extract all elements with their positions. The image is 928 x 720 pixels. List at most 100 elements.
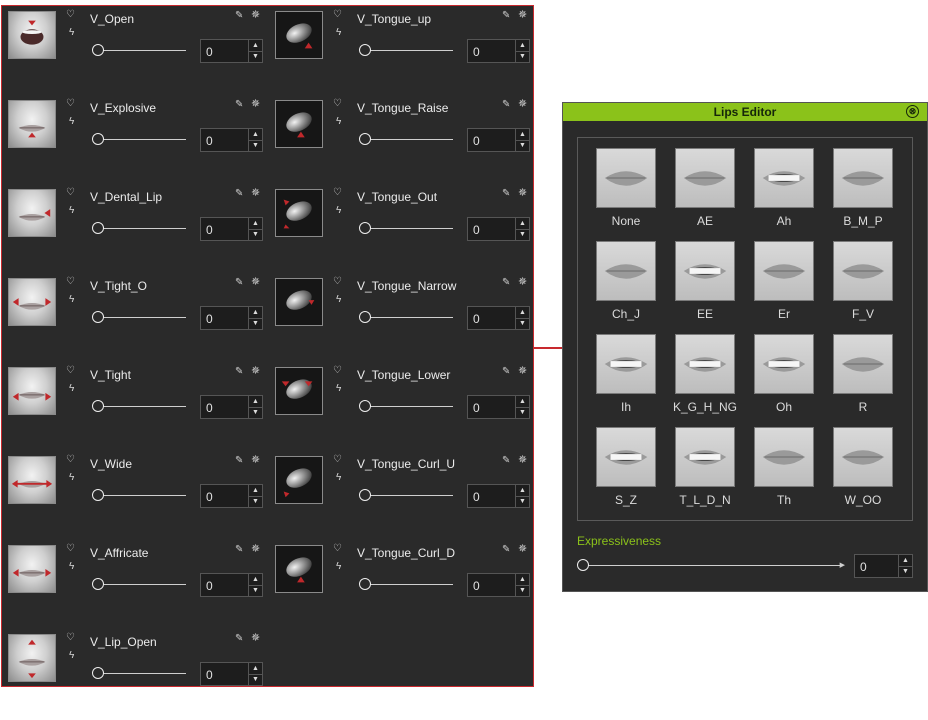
morph-thumbnail[interactable] bbox=[8, 100, 56, 148]
gear-icon[interactable]: ✵ bbox=[518, 544, 527, 555]
bolt-icon[interactable]: ϟ bbox=[69, 206, 74, 216]
viseme-thumbnail[interactable] bbox=[675, 241, 735, 301]
viseme-item[interactable]: AE bbox=[657, 138, 737, 230]
morph-thumbnail[interactable] bbox=[275, 278, 323, 326]
morph-thumbnail[interactable] bbox=[8, 456, 56, 504]
viseme-thumbnail[interactable] bbox=[675, 427, 735, 487]
gear-icon[interactable]: ✵ bbox=[518, 188, 527, 199]
morph-thumbnail[interactable] bbox=[275, 11, 323, 59]
morph-slider[interactable] bbox=[359, 44, 453, 58]
morph-slider[interactable] bbox=[92, 667, 186, 681]
slider-knob[interactable] bbox=[92, 222, 104, 234]
gear-icon[interactable]: ✵ bbox=[251, 544, 260, 555]
morph-value-spinbox[interactable]: 0 ▲ ▼ bbox=[200, 395, 263, 419]
spin-down-icon[interactable]: ▼ bbox=[249, 496, 262, 507]
spin-down-icon[interactable]: ▼ bbox=[899, 566, 912, 577]
morph-slider[interactable] bbox=[359, 400, 453, 414]
spin-down-icon[interactable]: ▼ bbox=[516, 229, 529, 240]
gear-icon[interactable]: ✵ bbox=[251, 10, 260, 21]
viseme-item[interactable]: Ih bbox=[578, 324, 658, 416]
gear-icon[interactable]: ✵ bbox=[251, 99, 260, 110]
expressiveness-slider[interactable]: ▶ bbox=[577, 559, 845, 573]
morph-value-spinbox[interactable]: 0 ▲ ▼ bbox=[467, 306, 530, 330]
morph-value[interactable]: 0 bbox=[473, 45, 480, 59]
morph-value[interactable]: 0 bbox=[473, 490, 480, 504]
slider-knob[interactable] bbox=[92, 133, 104, 145]
slider-knob[interactable] bbox=[359, 578, 371, 590]
pencil-icon[interactable]: ✎ bbox=[502, 367, 510, 377]
morph-value[interactable]: 0 bbox=[206, 401, 213, 415]
bolt-icon[interactable]: ϟ bbox=[69, 295, 74, 305]
close-icon[interactable]: ⊗ bbox=[906, 105, 919, 118]
morph-value[interactable]: 0 bbox=[206, 579, 213, 593]
viseme-item[interactable]: Er bbox=[736, 231, 816, 323]
morph-slider[interactable] bbox=[92, 400, 186, 414]
heart-icon[interactable]: ♡ bbox=[66, 188, 75, 198]
spin-down-icon[interactable]: ▼ bbox=[249, 674, 262, 685]
bolt-icon[interactable]: ϟ bbox=[336, 384, 341, 394]
morph-value-spinbox[interactable]: 0 ▲ ▼ bbox=[200, 217, 263, 241]
slider-knob[interactable] bbox=[359, 311, 371, 323]
pencil-icon[interactable]: ✎ bbox=[235, 545, 243, 555]
morph-value[interactable]: 0 bbox=[473, 223, 480, 237]
spin-down-icon[interactable]: ▼ bbox=[516, 585, 529, 596]
gear-icon[interactable]: ✵ bbox=[251, 277, 260, 288]
slider-knob[interactable] bbox=[92, 400, 104, 412]
morph-value[interactable]: 0 bbox=[206, 223, 213, 237]
bolt-icon[interactable]: ϟ bbox=[69, 562, 74, 572]
bolt-icon[interactable]: ϟ bbox=[336, 117, 341, 127]
viseme-item[interactable]: EE bbox=[657, 231, 737, 323]
gear-icon[interactable]: ✵ bbox=[518, 277, 527, 288]
heart-icon[interactable]: ♡ bbox=[333, 455, 342, 465]
expressiveness-spinbox[interactable]: 0 ▲ ▼ bbox=[854, 554, 913, 578]
morph-value[interactable]: 0 bbox=[206, 45, 213, 59]
pencil-icon[interactable]: ✎ bbox=[235, 11, 243, 21]
morph-thumbnail[interactable] bbox=[8, 367, 56, 415]
pencil-icon[interactable]: ✎ bbox=[235, 100, 243, 110]
morph-value-spinbox[interactable]: 0 ▲ ▼ bbox=[467, 128, 530, 152]
morph-thumbnail[interactable] bbox=[8, 11, 56, 59]
slider-knob[interactable] bbox=[577, 559, 589, 571]
pencil-icon[interactable]: ✎ bbox=[235, 634, 243, 644]
morph-thumbnail[interactable] bbox=[275, 189, 323, 237]
slider-knob[interactable] bbox=[92, 311, 104, 323]
viseme-thumbnail[interactable] bbox=[596, 334, 656, 394]
slider-knob[interactable] bbox=[359, 400, 371, 412]
viseme-item[interactable]: Ah bbox=[736, 138, 816, 230]
heart-icon[interactable]: ♡ bbox=[66, 633, 75, 643]
bolt-icon[interactable]: ϟ bbox=[336, 473, 341, 483]
heart-icon[interactable]: ♡ bbox=[66, 366, 75, 376]
bolt-icon[interactable]: ϟ bbox=[69, 473, 74, 483]
heart-icon[interactable]: ♡ bbox=[333, 10, 342, 20]
bolt-icon[interactable]: ϟ bbox=[69, 384, 74, 394]
pencil-icon[interactable]: ✎ bbox=[502, 100, 510, 110]
gear-icon[interactable]: ✵ bbox=[518, 455, 527, 466]
morph-value-spinbox[interactable]: 0 ▲ ▼ bbox=[200, 39, 263, 63]
viseme-item[interactable]: None bbox=[578, 138, 658, 230]
morph-value-spinbox[interactable]: 0 ▲ ▼ bbox=[467, 39, 530, 63]
pencil-icon[interactable]: ✎ bbox=[235, 456, 243, 466]
expressiveness-value[interactable]: 0 bbox=[860, 560, 867, 574]
viseme-thumbnail[interactable] bbox=[596, 427, 656, 487]
viseme-item[interactable]: B_M_P bbox=[815, 138, 895, 230]
morph-value[interactable]: 0 bbox=[206, 134, 213, 148]
viseme-item[interactable]: R bbox=[815, 324, 895, 416]
slider-knob[interactable] bbox=[359, 133, 371, 145]
morph-value[interactable]: 0 bbox=[473, 134, 480, 148]
viseme-thumbnail[interactable] bbox=[833, 427, 893, 487]
pencil-icon[interactable]: ✎ bbox=[502, 11, 510, 21]
viseme-item[interactable]: K_G_H_NG bbox=[657, 324, 737, 416]
viseme-thumbnail[interactable] bbox=[754, 334, 814, 394]
bolt-icon[interactable]: ϟ bbox=[69, 651, 74, 661]
morph-value-spinbox[interactable]: 0 ▲ ▼ bbox=[200, 128, 263, 152]
spin-down-icon[interactable]: ▼ bbox=[516, 140, 529, 151]
morph-value-spinbox[interactable]: 0 ▲ ▼ bbox=[467, 573, 530, 597]
spin-down-icon[interactable]: ▼ bbox=[249, 407, 262, 418]
viseme-item[interactable]: Th bbox=[736, 417, 816, 509]
viseme-item[interactable]: T_L_D_N bbox=[657, 417, 737, 509]
viseme-thumbnail[interactable] bbox=[675, 334, 735, 394]
morph-value-spinbox[interactable]: 0 ▲ ▼ bbox=[200, 662, 263, 686]
pencil-icon[interactable]: ✎ bbox=[235, 367, 243, 377]
bolt-icon[interactable]: ϟ bbox=[69, 117, 74, 127]
morph-value-spinbox[interactable]: 0 ▲ ▼ bbox=[467, 484, 530, 508]
